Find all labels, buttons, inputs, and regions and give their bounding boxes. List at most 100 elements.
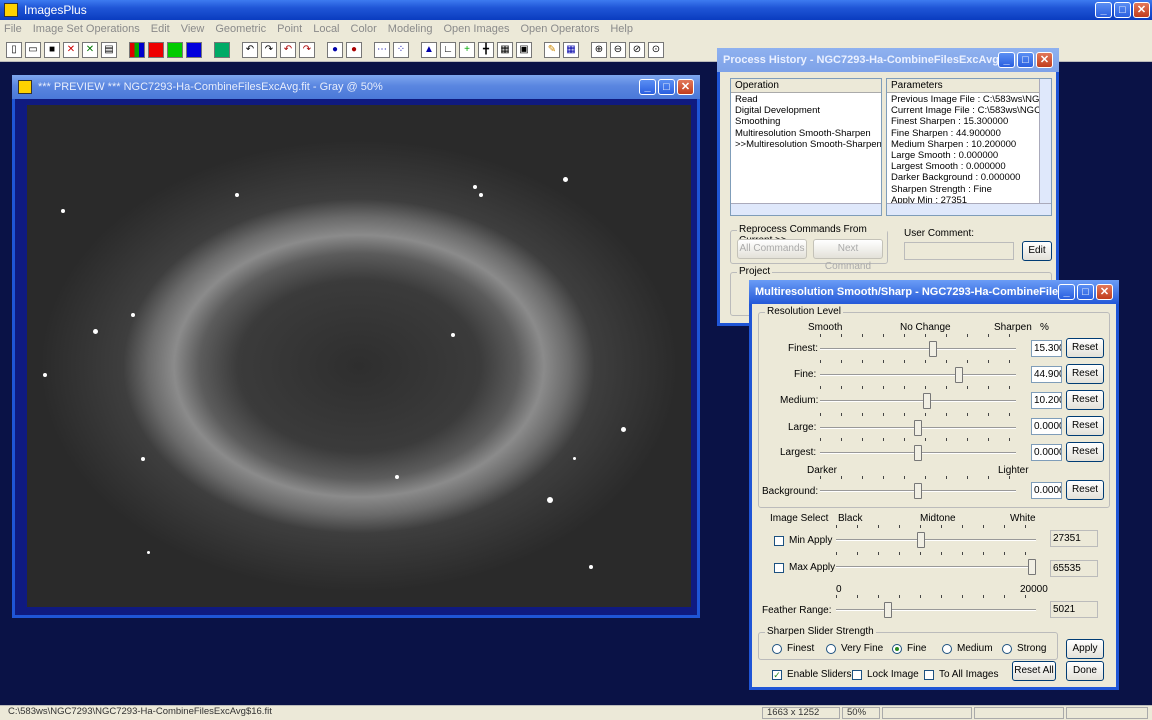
strength-very-fine-radio[interactable]: Very Fine [826, 643, 883, 654]
max-apply-value[interactable]: 65535 [1050, 560, 1098, 577]
delete-icon[interactable]: ✕ [63, 41, 79, 58]
finest-value[interactable]: 15.3000 [1031, 340, 1062, 357]
slider-thumb[interactable] [914, 483, 922, 499]
menu-point[interactable]: Point [277, 23, 302, 35]
calculator-icon[interactable]: ▦ [563, 41, 579, 58]
strength-finest-radio[interactable]: Finest [772, 643, 814, 654]
history-close-button[interactable]: ✕ [1036, 52, 1053, 68]
histogram-icon[interactable]: ▲ [421, 41, 437, 58]
menu-color[interactable]: Color [351, 23, 377, 35]
minimize-button[interactable]: _ [1095, 2, 1112, 18]
curve-icon[interactable]: ∟ [440, 41, 456, 58]
msm-minimize-button[interactable]: _ [1058, 284, 1075, 300]
medium-value[interactable]: 10.2000 [1031, 392, 1062, 409]
menu-local[interactable]: Local [313, 23, 339, 35]
min-apply-value[interactable]: 27351 [1050, 530, 1098, 547]
strength-strong-radio[interactable]: Strong [1002, 643, 1046, 654]
to-all-images-checkbox[interactable]: To All Images [924, 669, 998, 680]
redo-all-icon[interactable]: ↷ [299, 41, 315, 58]
zoom-out-icon[interactable]: ⊖ [610, 41, 626, 58]
redo-icon[interactable]: ↷ [261, 41, 277, 58]
fine-value[interactable]: 44.9000 [1031, 366, 1062, 383]
largest-value[interactable]: 0.0000 [1031, 444, 1062, 461]
slider-thumb[interactable] [929, 341, 937, 357]
medium-reset-button[interactable]: Reset [1066, 390, 1104, 410]
operation-item[interactable]: Smoothing [731, 116, 881, 127]
close-image-icon[interactable]: ✕ [82, 41, 98, 58]
min-apply-checkbox[interactable]: Min Apply [774, 535, 832, 546]
parameters-vscrollbar[interactable] [1039, 79, 1051, 203]
feather-range-slider[interactable] [836, 595, 1036, 619]
fine-reset-button[interactable]: Reset [1066, 364, 1104, 384]
image-info-icon[interactable]: ▣ [516, 41, 532, 58]
operation-header[interactable]: Operation [731, 79, 881, 93]
zoom-fit-icon[interactable]: ⊘ [629, 41, 645, 58]
parameters-header[interactable]: Parameters [887, 79, 1051, 93]
large-slider[interactable] [820, 413, 1016, 437]
operation-item[interactable]: Digital Development [731, 105, 881, 116]
preview-title-bar[interactable]: *** PREVIEW *** NGC7293-Ha-CombineFilesE… [12, 75, 700, 99]
preview-maximize-button[interactable]: □ [658, 79, 675, 95]
reset-all-button[interactable]: Reset All [1012, 661, 1056, 681]
done-button[interactable]: Done [1066, 661, 1104, 681]
large-value[interactable]: 0.0000 [1031, 418, 1062, 435]
max-apply-slider[interactable] [836, 552, 1036, 576]
undo-all-icon[interactable]: ↶ [280, 41, 296, 58]
msm-maximize-button[interactable]: □ [1077, 284, 1094, 300]
parameters-list[interactable]: Parameters Previous Image File : C:\583w… [886, 78, 1052, 216]
point-red-icon[interactable]: ● [346, 41, 362, 58]
apply-button[interactable]: Apply [1066, 639, 1104, 659]
operation-item[interactable]: Read [731, 94, 881, 105]
menu-image-set-operations[interactable]: Image Set Operations [33, 23, 140, 35]
maximize-button[interactable]: □ [1114, 2, 1131, 18]
strength-medium-radio[interactable]: Medium [942, 643, 993, 654]
edit-comment-button[interactable]: Edit [1022, 241, 1052, 261]
slider-thumb[interactable] [917, 532, 925, 548]
open-folder-icon[interactable]: ▭ [25, 41, 41, 58]
save-icon[interactable]: ■ [44, 41, 60, 58]
feather-range-value[interactable]: 5021 [1050, 601, 1098, 618]
slider-thumb[interactable] [923, 393, 931, 409]
parameters-hscrollbar[interactable] [887, 203, 1051, 215]
zoom-actual-icon[interactable]: ⊙ [648, 41, 664, 58]
red-channel-icon[interactable] [148, 41, 164, 58]
nebula-image[interactable] [27, 105, 691, 607]
menu-geometric[interactable]: Geometric [215, 23, 266, 35]
menu-file[interactable]: File [4, 23, 22, 35]
green-channel-icon[interactable] [167, 41, 183, 58]
lock-image-checkbox[interactable]: Lock Image [852, 669, 919, 680]
crosshair-icon[interactable]: + [459, 41, 475, 58]
user-comment-field[interactable] [904, 242, 1014, 260]
largest-slider[interactable] [820, 438, 1016, 462]
luminance-icon[interactable] [214, 41, 230, 58]
all-commands-button[interactable]: All Commands [737, 239, 807, 259]
finest-reset-button[interactable]: Reset [1066, 338, 1104, 358]
menu-open-operators[interactable]: Open Operators [520, 23, 599, 35]
zoom-in-icon[interactable]: ⊕ [591, 41, 607, 58]
slider-thumb[interactable] [955, 367, 963, 383]
line-icon[interactable]: ⋯ [374, 41, 390, 58]
new-file-icon[interactable]: ▯ [6, 41, 22, 58]
slider-thumb[interactable] [914, 420, 922, 436]
points-icon[interactable]: ⁘ [393, 41, 409, 58]
medium-slider[interactable] [820, 386, 1016, 410]
close-button[interactable]: ✕ [1133, 2, 1150, 18]
max-apply-checkbox[interactable]: Max Apply [774, 562, 835, 573]
grid-icon[interactable]: ╋ [478, 41, 494, 58]
slider-thumb[interactable] [1028, 559, 1036, 575]
msm-title-bar[interactable]: Multiresolution Smooth/Sharp - NGC7293-H… [749, 280, 1119, 304]
menu-modeling[interactable]: Modeling [388, 23, 433, 35]
operation-list[interactable]: Operation Read Digital Development Smoot… [730, 78, 882, 216]
fine-slider[interactable] [820, 360, 1016, 384]
history-minimize-button[interactable]: _ [998, 52, 1015, 68]
menu-edit[interactable]: Edit [151, 23, 170, 35]
finest-slider[interactable] [820, 334, 1016, 358]
operation-hscrollbar[interactable] [731, 203, 881, 215]
blue-channel-icon[interactable] [186, 41, 202, 58]
largest-reset-button[interactable]: Reset [1066, 442, 1104, 462]
print-icon[interactable]: ▤ [101, 41, 117, 58]
slider-thumb[interactable] [884, 602, 892, 618]
menu-view[interactable]: View [181, 23, 205, 35]
pencil-icon[interactable]: ✎ [544, 41, 560, 58]
history-maximize-button[interactable]: □ [1017, 52, 1034, 68]
